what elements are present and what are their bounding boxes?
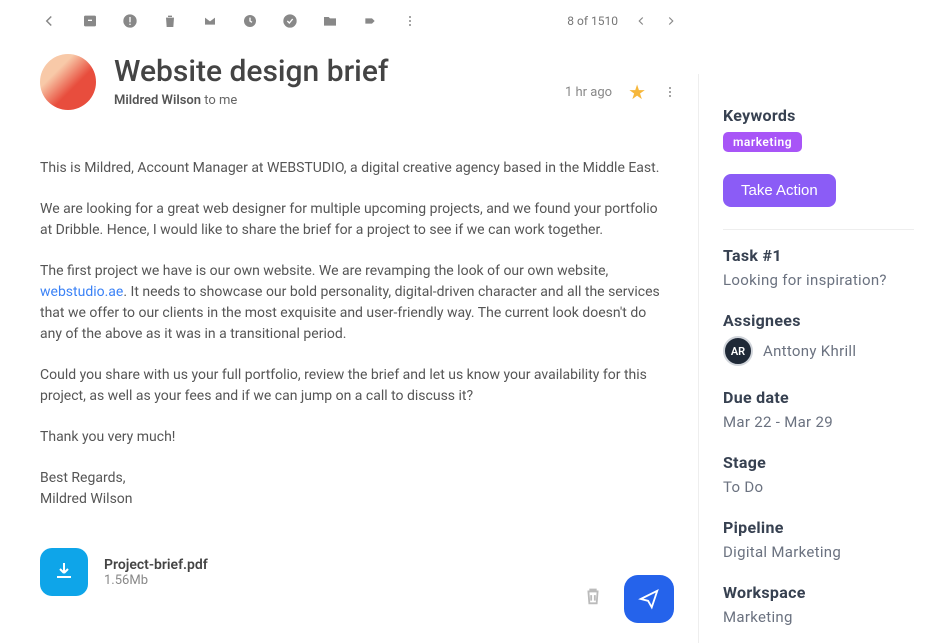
task-title: Task #1 bbox=[723, 246, 914, 265]
assignee-name: Anttony Khrill bbox=[763, 342, 856, 360]
attachment-size: 1.56Mb bbox=[104, 573, 208, 588]
body-para: Thank you very much! bbox=[40, 427, 660, 448]
mark-unread-icon[interactable] bbox=[202, 13, 218, 29]
email-time: 1 hr ago bbox=[565, 85, 612, 100]
back-icon[interactable] bbox=[40, 12, 58, 30]
assignee[interactable]: AR Anttony Khrill bbox=[723, 336, 914, 366]
assignees-title: Assignees bbox=[723, 311, 914, 330]
email-body: This is Mildred, Account Manager at WEBS… bbox=[40, 158, 660, 510]
email-subject: Website design brief bbox=[114, 54, 547, 89]
assignee-avatar: AR bbox=[723, 336, 753, 366]
workspace-title: Workspace bbox=[723, 583, 914, 602]
more-icon[interactable] bbox=[402, 13, 418, 29]
body-para: We are looking for a great web designer … bbox=[40, 199, 660, 241]
next-icon[interactable] bbox=[664, 14, 678, 28]
to-name: me bbox=[219, 93, 237, 108]
avatar bbox=[40, 54, 96, 110]
duedate-title: Due date bbox=[723, 388, 914, 407]
duedate-value: Mar 22 - Mar 29 bbox=[723, 413, 914, 431]
move-icon[interactable] bbox=[322, 13, 338, 29]
attachment-name: Project-brief.pdf bbox=[104, 557, 208, 573]
take-action-button[interactable]: Take Action bbox=[723, 174, 836, 207]
body-para: Could you share with us your full portfo… bbox=[40, 365, 660, 407]
delete-icon[interactable] bbox=[162, 13, 178, 29]
spam-icon[interactable] bbox=[122, 13, 138, 29]
body-para: The first project we have is our own web… bbox=[40, 261, 660, 345]
label-icon[interactable] bbox=[362, 13, 378, 29]
prev-icon[interactable] bbox=[634, 14, 648, 28]
workspace-value: Marketing bbox=[723, 608, 914, 626]
task-icon[interactable] bbox=[282, 13, 298, 29]
sidebar: Keywords marketing Take Action Task #1 L… bbox=[698, 74, 938, 643]
keyword-tag[interactable]: marketing bbox=[723, 132, 802, 152]
trash-icon[interactable] bbox=[582, 585, 604, 613]
task-value: Looking for inspiration? bbox=[723, 271, 914, 289]
send-button[interactable] bbox=[624, 575, 674, 623]
pipeline-value: Digital Marketing bbox=[723, 543, 914, 561]
pipeline-title: Pipeline bbox=[723, 518, 914, 537]
keywords-title: Keywords bbox=[723, 106, 914, 125]
page-counter: 8 of 1510 bbox=[567, 14, 618, 28]
stage-value: To Do bbox=[723, 478, 914, 496]
pdf-icon bbox=[40, 548, 88, 596]
website-link[interactable]: webstudio.ae bbox=[40, 284, 123, 300]
archive-icon[interactable] bbox=[82, 13, 98, 29]
email-more-icon[interactable] bbox=[662, 84, 678, 100]
snooze-icon[interactable] bbox=[242, 13, 258, 29]
email-from-line: Mildred Wilson to me bbox=[114, 93, 547, 108]
body-signature: Best Regards, Mildred Wilson bbox=[40, 468, 660, 510]
star-icon[interactable]: ★ bbox=[628, 80, 646, 104]
body-para: This is Mildred, Account Manager at WEBS… bbox=[40, 158, 660, 179]
email-toolbar: 8 of 1510 bbox=[40, 12, 678, 30]
from-name: Mildred Wilson bbox=[114, 93, 201, 108]
stage-title: Stage bbox=[723, 453, 914, 472]
